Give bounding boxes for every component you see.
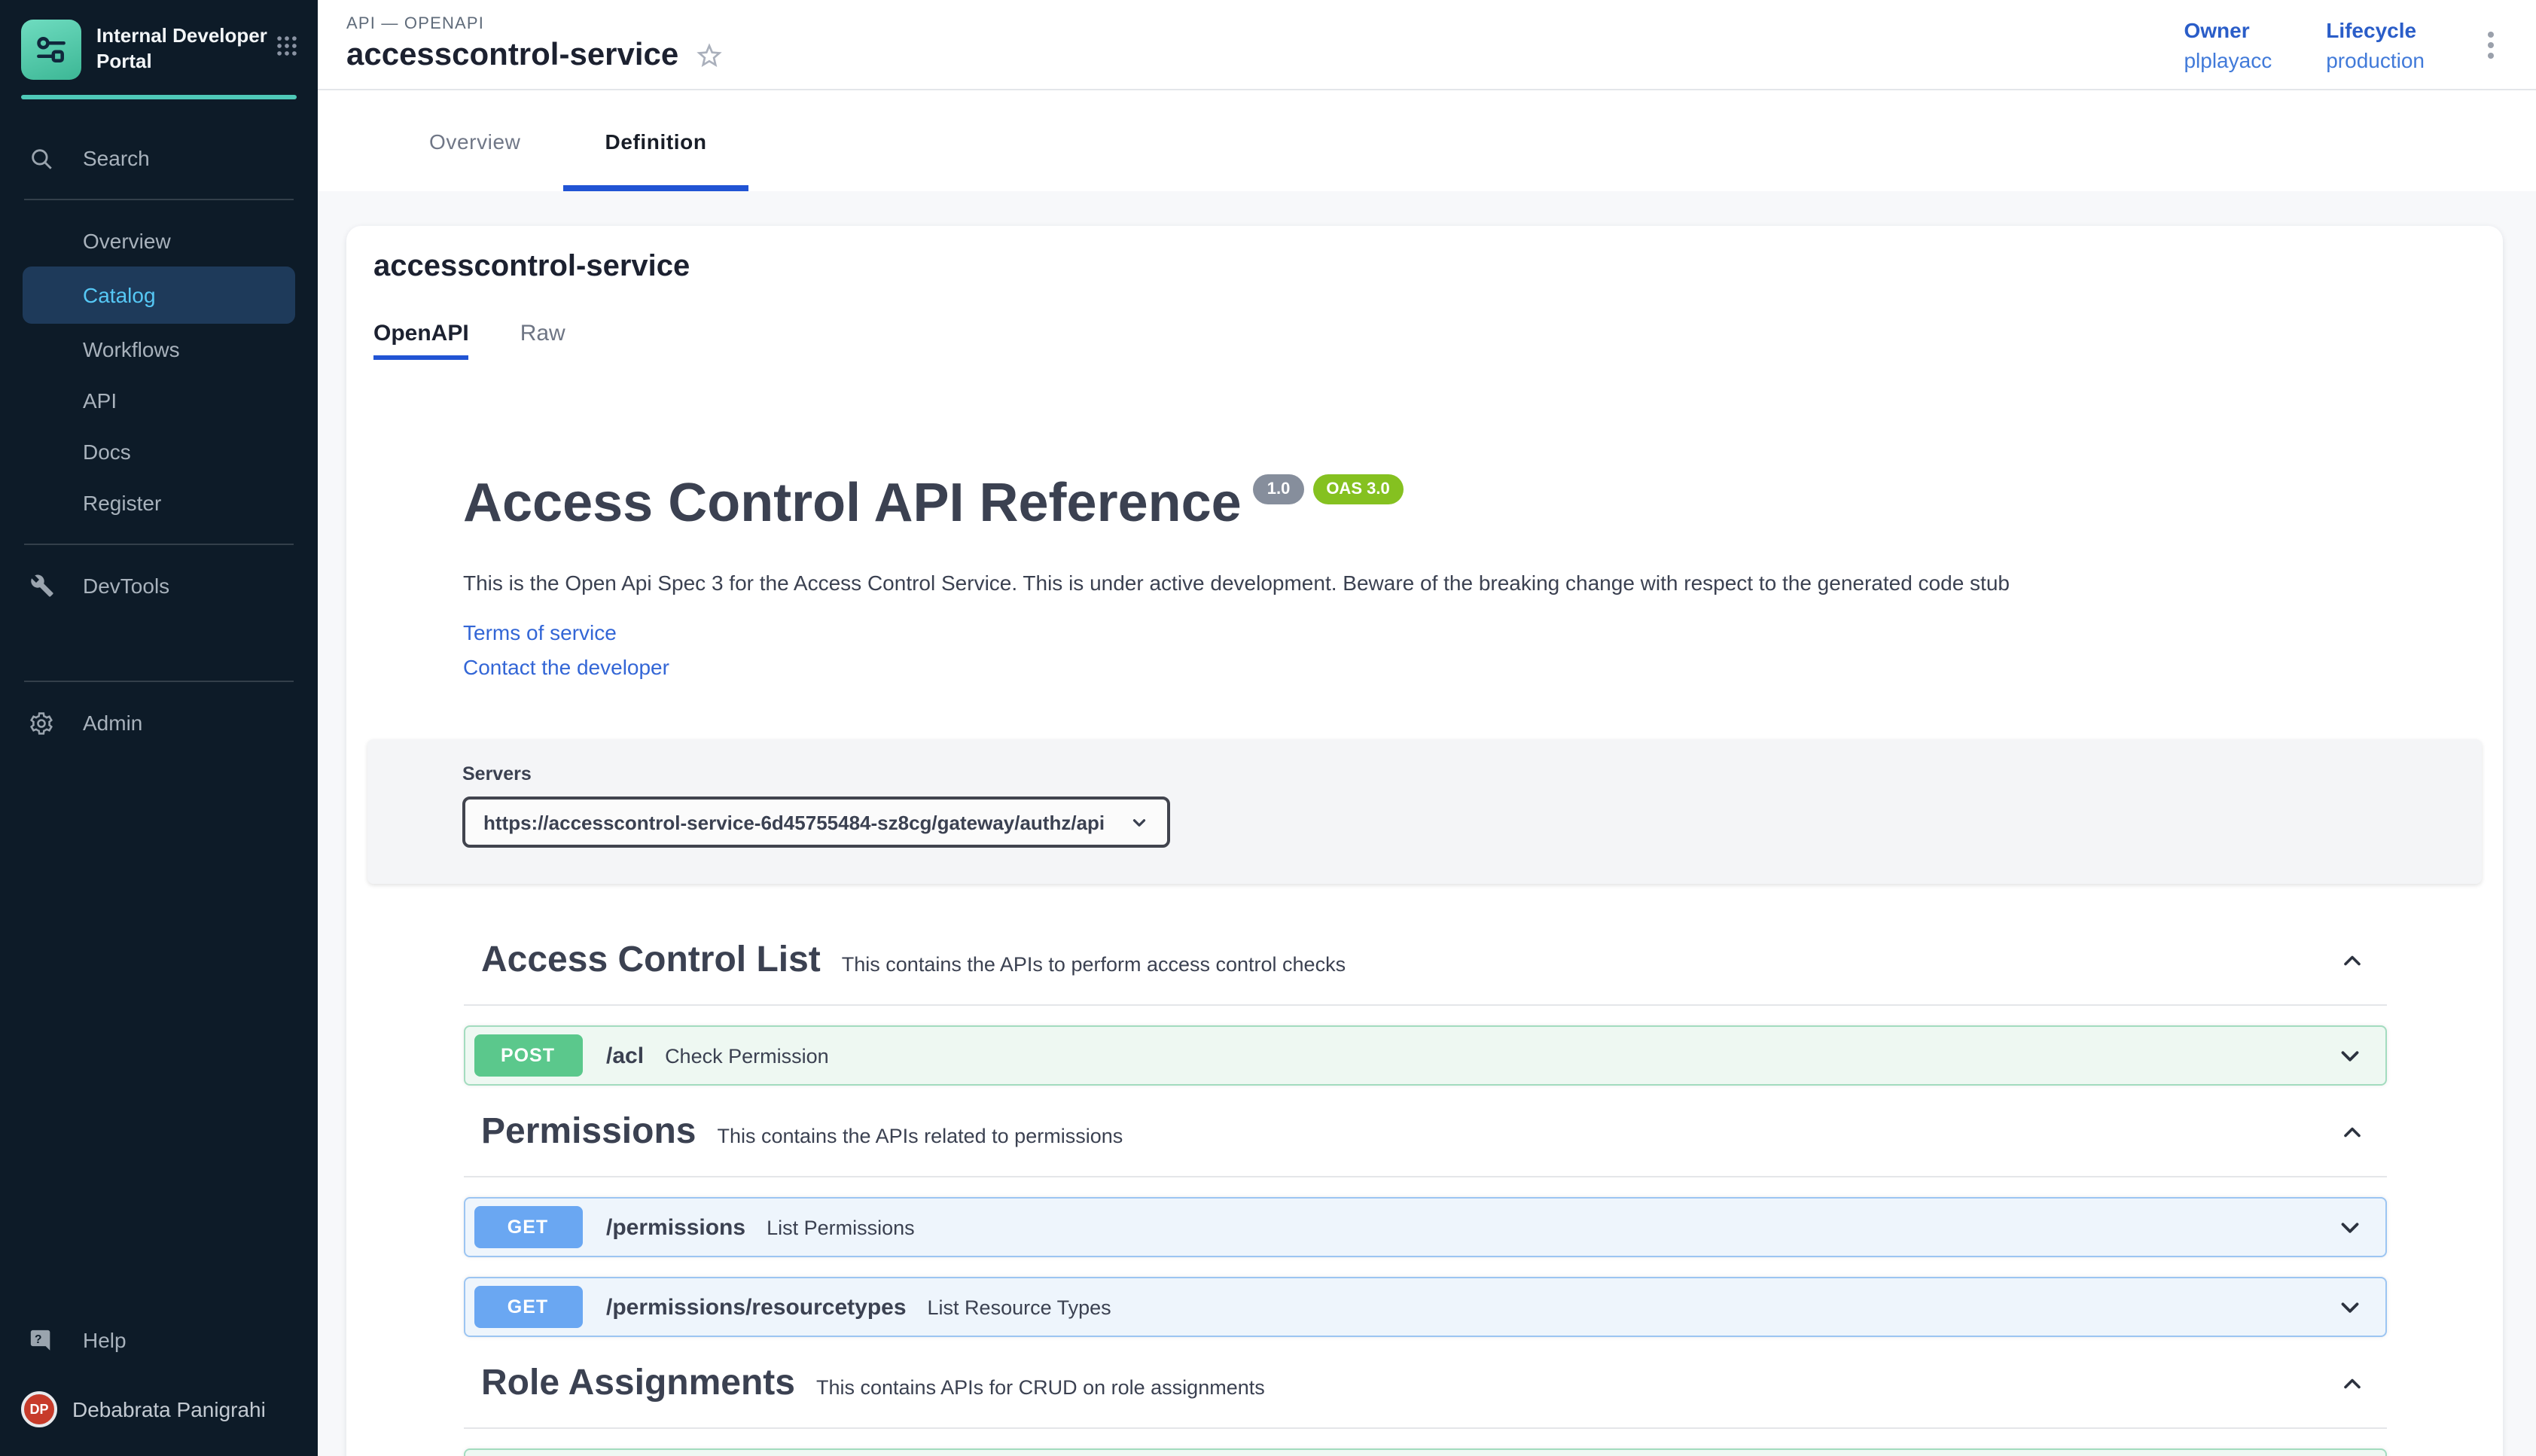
sidebar-item-catalog[interactable]: Catalog (23, 267, 295, 324)
wrench-icon (0, 574, 83, 598)
section-permissions: Permissions This contains the APIs relat… (463, 1110, 2386, 1337)
user-menu[interactable]: DP Debabrata Panigrahi (0, 1375, 318, 1444)
favorite-star-icon[interactable] (693, 41, 724, 71)
sidebar-item-label: Search (83, 146, 150, 170)
server-url: https://accesscontrol-service-6d45755484… (483, 811, 1117, 833)
lifecycle-value: production (2326, 47, 2425, 72)
operation-row-partial[interactable] (463, 1448, 2386, 1456)
tab-overview[interactable]: Overview (387, 90, 563, 191)
servers-select[interactable]: https://accesscontrol-service-6d45755484… (462, 797, 1170, 848)
swagger-info: Access Control API Reference 1.0 OAS 3.0… (463, 471, 2386, 685)
collapse-chevron-up-icon[interactable] (2332, 1113, 2371, 1152)
svg-text:?: ? (35, 1333, 42, 1345)
expand-chevron-down-icon[interactable] (2335, 1213, 2364, 1241)
search-icon (0, 145, 83, 171)
portal-logo-icon[interactable] (21, 20, 81, 80)
avatar: DP (21, 1391, 57, 1427)
operation-summary: Check Permission (665, 1044, 829, 1067)
servers-panel: Servers https://accesscontrol-service-6d… (367, 739, 2482, 884)
sidebar-divider (24, 544, 294, 545)
main-area: API — OPENAPI accesscontrol-service Owne… (318, 0, 2536, 1456)
swagger-operations: Access Control List This contains the AP… (463, 938, 2386, 1456)
sidebar-divider (24, 199, 294, 200)
section-header[interactable]: Role Assignments This contains APIs for … (463, 1361, 2386, 1429)
sidebar-header: Internal Developer Portal (0, 0, 318, 80)
sidebar-item-help[interactable]: ? Help (0, 1314, 318, 1366)
operation-row-get-resourcetypes[interactable]: GET /permissions/resourcetypes List Reso… (463, 1277, 2386, 1337)
section-header[interactable]: Permissions This contains the APIs relat… (463, 1110, 2386, 1177)
sidebar-item-admin[interactable]: Admin (0, 697, 318, 748)
sidebar: Internal Developer Portal Search (0, 0, 318, 1456)
owner-label: Owner (2184, 17, 2272, 41)
sidebar-divider (24, 681, 294, 682)
servers-label: Servers (462, 763, 2482, 784)
app-launcher-icon[interactable] (274, 33, 300, 66)
tab-definition[interactable]: Definition (563, 90, 749, 191)
sidebar-item-workflows[interactable]: Workflows (0, 324, 318, 375)
sidebar-item-devtools[interactable]: DevTools (0, 560, 318, 611)
operation-path: /permissions (606, 1214, 745, 1240)
expand-chevron-down-icon[interactable] (2335, 1041, 2364, 1070)
app-window: Internal Developer Portal Search (0, 0, 2536, 1456)
select-chevron-down-icon (1129, 812, 1149, 832)
section-header[interactable]: Access Control List This contains the AP… (463, 938, 2386, 1006)
method-badge: GET (474, 1206, 582, 1248)
lifecycle-label: Lifecycle (2326, 17, 2425, 41)
operation-path: /acl (606, 1043, 644, 1068)
user-name: Debabrata Panigrahi (72, 1397, 266, 1421)
sidebar-item-api[interactable]: API (0, 375, 318, 426)
lifecycle-stat: Lifecycle production (2326, 17, 2425, 72)
owner-link[interactable]: plplayacc (2184, 47, 2272, 72)
operation-path: /permissions/resourcetypes (606, 1294, 907, 1320)
operation-summary: List Permissions (767, 1216, 915, 1238)
expand-chevron-down-icon[interactable] (2335, 1293, 2364, 1321)
operation-row-post-acl[interactable]: POST /acl Check Permission (463, 1025, 2386, 1086)
card-title: accesscontrol-service (373, 250, 2503, 285)
section-access-control-list: Access Control List This contains the AP… (463, 938, 2386, 1086)
content-scroll-area[interactable]: accesscontrol-service OpenAPI Raw Access… (318, 191, 2536, 1456)
entity-header: API — OPENAPI accesscontrol-service Owne… (318, 0, 2536, 90)
help-chat-icon: ? (0, 1327, 83, 1353)
gear-icon (0, 710, 83, 736)
tab-raw[interactable]: Raw (520, 321, 565, 360)
entity-tabs: Overview Definition (318, 90, 2536, 191)
method-badge: GET (474, 1286, 582, 1328)
active-tab-underline (563, 185, 749, 191)
owner-stat: Owner plplayacc (2184, 17, 2272, 72)
version-badge: 1.0 (1254, 474, 1304, 504)
method-badge: POST (474, 1034, 582, 1077)
sidebar-nav: Search Overview Catalog Workflows API Do… (0, 99, 318, 1456)
operation-summary: List Resource Types (928, 1296, 1111, 1318)
sidebar-item-register[interactable]: Register (0, 477, 318, 528)
collapse-chevron-up-icon[interactable] (2332, 941, 2371, 980)
more-options-icon[interactable] (2479, 22, 2503, 67)
operation-row-get-permissions[interactable]: GET /permissions List Permissions (463, 1197, 2386, 1257)
breadcrumb: API — OPENAPI (346, 15, 724, 33)
oas-badge: OAS 3.0 (1312, 474, 1403, 504)
collapse-chevron-up-icon[interactable] (2332, 1364, 2371, 1403)
definition-card: accesscontrol-service OpenAPI Raw Access… (346, 226, 2503, 1456)
sidebar-item-search[interactable]: Search (0, 133, 318, 184)
api-title: Access Control API Reference (463, 471, 1242, 535)
page-title: accesscontrol-service (346, 38, 678, 74)
api-description: This is the Open Api Spec 3 for the Acce… (463, 571, 2386, 595)
definition-format-tabs: OpenAPI Raw (373, 321, 2503, 360)
sidebar-item-overview[interactable]: Overview (0, 215, 318, 267)
section-role-assignments: Role Assignments This contains APIs for … (463, 1361, 2386, 1456)
tab-openapi[interactable]: OpenAPI (373, 321, 469, 360)
terms-of-service-link[interactable]: Terms of service (463, 616, 617, 650)
portal-title: Internal Developer Portal (96, 24, 268, 75)
contact-developer-link[interactable]: Contact the developer (463, 650, 669, 685)
sidebar-item-docs[interactable]: Docs (0, 426, 318, 477)
